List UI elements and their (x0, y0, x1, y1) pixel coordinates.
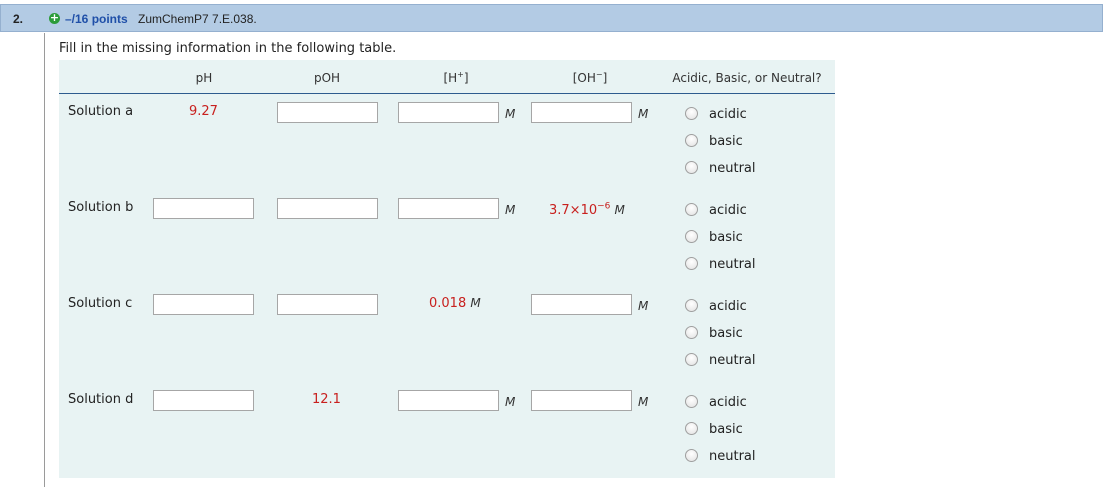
solution-c-ph-input[interactable] (153, 294, 254, 315)
solution-a-oh-input[interactable] (531, 102, 632, 123)
row-label-solution-b: Solution b (68, 200, 134, 215)
solution-table: pH pOH [H+] [OH−] Acidic, Basic, or Neut… (59, 60, 835, 478)
solution-c-h-number: 0.018 (429, 296, 467, 311)
header-h-concentration: [H+] (443, 71, 469, 86)
solution-d-neutral-label: neutral (709, 449, 756, 464)
solution-c-h-unit: M (470, 296, 481, 310)
question-reference: ZumChemP7 7.E.038. (138, 12, 257, 26)
solution-b-basic-radio[interactable] (685, 230, 698, 243)
solution-c-basic-radio[interactable] (685, 326, 698, 339)
solution-d-oh-input[interactable] (531, 390, 632, 411)
left-divider (44, 33, 45, 487)
solution-c-h-value: 0.018 M (429, 296, 481, 311)
solution-c-neutral-radio[interactable] (685, 353, 698, 366)
solution-b-acidic-label: acidic (709, 203, 747, 218)
solution-a-neutral-radio[interactable] (685, 161, 698, 174)
solution-b-basic-label: basic (709, 230, 743, 245)
row-label-solution-a: Solution a (68, 104, 134, 119)
solution-c-oh-unit: M (638, 299, 649, 313)
question-header: 2. + –/16 points ZumChemP7 7.E.038. (0, 4, 1103, 32)
solution-b-neutral-label: neutral (709, 257, 756, 272)
solution-b-oh-exponent: −6 (597, 201, 611, 212)
solution-d-acidic-label: acidic (709, 395, 747, 410)
header-h-base: [H (443, 71, 458, 85)
solution-d-h-unit: M (505, 395, 516, 409)
solution-a-basic-label: basic (709, 134, 743, 149)
solution-b-oh-unit: M (614, 203, 625, 217)
solution-a-h-unit: M (505, 107, 516, 121)
solution-b-h-input[interactable] (398, 198, 499, 219)
solution-c-acidic-radio[interactable] (685, 299, 698, 312)
header-poh: pOH (313, 71, 341, 85)
solution-b-oh-mantissa: 3.7×10 (549, 203, 598, 218)
header-ph: pH (195, 71, 213, 85)
solution-a-h-input[interactable] (398, 102, 499, 123)
solution-b-poh-input[interactable] (277, 198, 378, 219)
solution-a-acidic-label: acidic (709, 107, 747, 122)
header-h-close: ] (463, 71, 469, 85)
solution-a-oh-unit: M (638, 107, 649, 121)
solution-c-acidic-label: acidic (709, 299, 747, 314)
solution-c-oh-input[interactable] (531, 294, 632, 315)
solution-d-ph-input[interactable] (153, 390, 254, 411)
solution-a-basic-radio[interactable] (685, 134, 698, 147)
solution-d-h-input[interactable] (398, 390, 499, 411)
solution-c-basic-label: basic (709, 326, 743, 341)
solution-b-neutral-radio[interactable] (685, 257, 698, 270)
row-label-solution-d: Solution d (68, 392, 134, 407)
solution-a-ph-value: 9.27 (189, 104, 218, 119)
solution-b-acidic-radio[interactable] (685, 203, 698, 216)
solution-d-poh-value: 12.1 (312, 392, 341, 407)
solution-c-neutral-label: neutral (709, 353, 756, 368)
solution-a-acidic-radio[interactable] (685, 107, 698, 120)
solution-b-ph-input[interactable] (153, 198, 254, 219)
solution-d-acidic-radio[interactable] (685, 395, 698, 408)
question-number: 2. (13, 12, 24, 26)
header-acid-base-type: Acidic, Basic, or Neutral? (672, 71, 822, 85)
header-oh-close: ] (602, 71, 608, 85)
solution-d-basic-radio[interactable] (685, 422, 698, 435)
question-instructions: Fill in the missing information in the f… (59, 41, 397, 56)
solution-d-neutral-radio[interactable] (685, 449, 698, 462)
solution-c-poh-input[interactable] (277, 294, 378, 315)
points-value: –/16 points (65, 12, 128, 26)
solution-a-neutral-label: neutral (709, 161, 756, 176)
header-oh-concentration: [OH−] (572, 70, 608, 86)
expand-plus-icon[interactable]: + (49, 12, 60, 24)
solution-d-oh-unit: M (638, 395, 649, 409)
solution-a-poh-input[interactable] (277, 102, 378, 123)
row-label-solution-c: Solution c (68, 296, 133, 311)
header-divider (59, 93, 835, 94)
solution-d-basic-label: basic (709, 422, 743, 437)
solution-b-oh-value: 3.7×10−6 M (549, 201, 625, 218)
solution-b-h-unit: M (505, 203, 516, 217)
header-oh-sup: − (595, 70, 603, 79)
header-oh-base: [OH (572, 71, 596, 85)
